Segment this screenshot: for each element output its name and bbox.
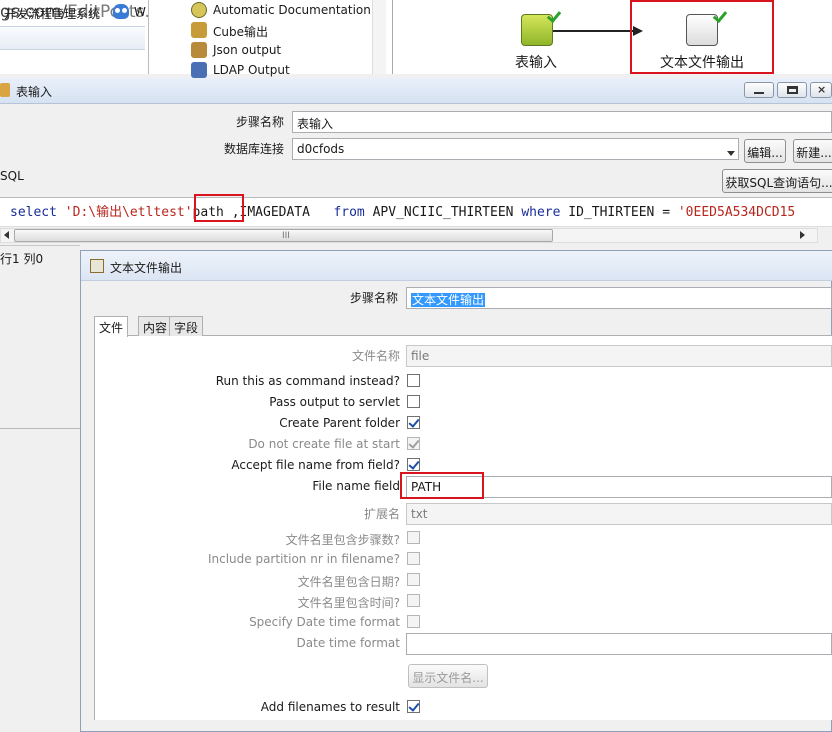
pass-servlet-label: Pass output to servlet: [269, 395, 400, 409]
accept-filename-checkbox[interactable]: [407, 458, 420, 471]
step-name-label: 步骤名称: [349, 291, 398, 305]
tab-file[interactable]: 文件: [94, 316, 129, 337]
file-tab-panel: [94, 336, 832, 720]
grip-icon: III: [282, 231, 290, 241]
table-input-title-icon: [0, 83, 10, 97]
get-sql-button[interactable]: 获取SQL查询语句...: [722, 169, 832, 193]
tree-item-label: Json output: [213, 43, 282, 57]
tab-strip: [94, 314, 832, 336]
include-date-label: 文件名里包含日期?: [297, 575, 400, 589]
pass-servlet-checkbox[interactable]: [407, 395, 420, 408]
json-output-icon: [191, 42, 207, 58]
minimize-icon: [754, 92, 764, 94]
browser-bookmark-bar: [0, 26, 145, 50]
filename-input[interactable]: file: [406, 345, 832, 367]
text-output-titlebar: [81, 251, 832, 281]
auto-doc-icon: [191, 2, 207, 18]
left-pane: [0, 245, 80, 732]
minimize-button[interactable]: [744, 82, 774, 98]
step-tree-panel: Automatic Documentation Cube输出 Json outp…: [148, 0, 386, 78]
close-icon: ×: [817, 83, 827, 96]
sql-operator: =: [662, 205, 671, 220]
include-partition-label: Include partition nr in filename?: [207, 552, 400, 566]
db-connection-select[interactable]: d0cfods: [292, 138, 739, 160]
sql-keyword: from: [333, 205, 365, 220]
divider: [0, 428, 80, 429]
show-filename-button[interactable]: 显示文件名...: [408, 664, 488, 688]
tree-item-label: Cube输出: [213, 25, 268, 39]
ldap-output-icon: [191, 62, 207, 78]
maximize-icon: [787, 86, 798, 94]
tree-item-label: LDAP Output: [213, 63, 290, 77]
bookmark-link-w[interactable]: W: [134, 5, 146, 19]
close-button[interactable]: ×: [810, 82, 832, 98]
specify-format-label: Specify Date time format: [249, 615, 400, 629]
sql-table: APV_NCIIC_THIRTEEN: [372, 205, 514, 220]
step-name-input[interactable]: 表输入: [292, 111, 832, 133]
filename-label: 文件名称: [351, 349, 400, 363]
step-name-label: 步骤名称: [235, 115, 284, 129]
include-partition-checkbox[interactable]: [407, 552, 420, 565]
scroll-left-icon[interactable]: [4, 231, 9, 239]
row-col-status: 行1 列0: [0, 252, 44, 266]
filename-field-label: File name field: [312, 479, 400, 493]
selected-text: 文本文件输出: [411, 293, 486, 307]
highlight-box: [400, 472, 484, 499]
sql-keyword: where: [521, 205, 561, 220]
include-stepnr-label: 文件名里包含步骤数?: [285, 533, 400, 547]
checkmark-icon: [546, 10, 560, 22]
include-stepnr-checkbox[interactable]: [407, 531, 420, 544]
no-create-checkbox[interactable]: [407, 437, 420, 450]
text-output-title-icon: [90, 259, 104, 273]
scroll-right-icon[interactable]: [800, 231, 805, 239]
tab-fields[interactable]: 字段: [169, 316, 204, 336]
create-parent-checkbox[interactable]: [407, 416, 420, 429]
add-to-result-label: Add filenames to result: [260, 700, 400, 714]
run-command-checkbox[interactable]: [407, 374, 420, 387]
sql-string: '0EED5A534DCD15: [677, 205, 796, 220]
no-create-label: Do not create file at start: [248, 437, 400, 451]
highlight-box: [194, 194, 244, 222]
create-parent-label: Create Parent folder: [279, 416, 400, 430]
bookmark-link[interactable]: 开发流程管理系统: [4, 5, 100, 22]
edit-connection-button[interactable]: 编辑...: [744, 139, 786, 163]
sql-string: 'D:\输出\etltest': [64, 205, 193, 220]
include-date-checkbox[interactable]: [407, 573, 420, 586]
table-input-titlebar: [0, 78, 832, 104]
add-to-result-checkbox[interactable]: [407, 700, 420, 713]
sql-editor[interactable]: select 'D:\输出\etltest'path ,IMAGEDATA fr…: [0, 197, 832, 227]
text-output-title: 文本文件输出: [110, 261, 183, 275]
specify-format-checkbox[interactable]: [407, 615, 420, 628]
owl-icon[interactable]: [113, 4, 129, 19]
step-name-input[interactable]: 文本文件输出: [406, 287, 832, 309]
new-connection-button[interactable]: 新建...: [793, 139, 832, 163]
extension-input[interactable]: txt: [406, 503, 832, 525]
hop-line[interactable]: [553, 30, 637, 32]
db-connection-label: 数据库连接: [223, 142, 284, 156]
highlight-box: [630, 0, 774, 74]
include-time-label: 文件名里包含时间?: [297, 596, 400, 610]
table-input-title: 表输入: [16, 85, 53, 99]
tree-item-label: Automatic Documentation: [213, 3, 371, 17]
chevron-down-icon[interactable]: [724, 146, 738, 160]
extension-label: 扩展名: [363, 507, 400, 521]
include-time-checkbox[interactable]: [407, 594, 420, 607]
date-format-label: Date time format: [296, 636, 400, 650]
sql-label: SQL: [0, 169, 24, 183]
sql-line: select 'D:\输出\etltest'path ,IMAGEDATA fr…: [10, 201, 795, 220]
sql-where-field: ID_THIRTEEN: [568, 205, 655, 220]
tab-content[interactable]: 内容: [138, 316, 173, 336]
date-format-input[interactable]: [406, 633, 832, 655]
accept-filename-label: Accept file name from field?: [231, 458, 400, 472]
tree-scrollbar[interactable]: [372, 0, 386, 74]
cube-output-icon: [191, 22, 207, 38]
run-command-label: Run this as command instead?: [215, 374, 400, 388]
sql-keyword: select: [10, 205, 57, 220]
maximize-button[interactable]: [777, 82, 807, 98]
node-label-table-input: 表输入: [515, 55, 557, 71]
